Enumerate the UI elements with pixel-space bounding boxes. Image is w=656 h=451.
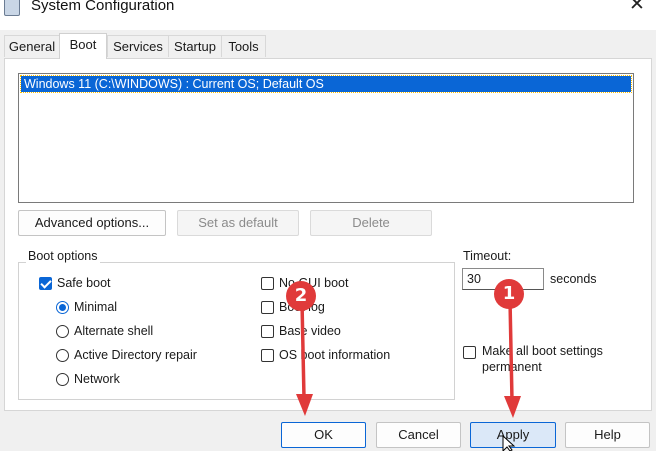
os-boot-information-checkbox[interactable] <box>261 349 274 362</box>
cancel-button[interactable]: Cancel <box>376 422 461 448</box>
make-permanent-label-line2: permanent <box>482 360 542 374</box>
annotation-marker-1: 1 <box>494 279 524 309</box>
os-list-item-selected[interactable]: Windows 11 (C:\WINDOWS) : Current OS; De… <box>20 75 632 93</box>
minimal-label: Minimal <box>74 300 118 314</box>
advanced-options-button[interactable]: Advanced options... <box>18 210 166 236</box>
timeout-unit-label: seconds <box>550 272 597 286</box>
safe-boot-label: Safe boot <box>57 276 111 290</box>
boot-log-checkbox[interactable] <box>261 301 274 314</box>
tab-boot[interactable]: Boot <box>59 33 107 59</box>
base-video-label: Base video <box>279 324 341 338</box>
window-title: System Configuration <box>31 0 175 14</box>
network-radio[interactable] <box>56 373 69 386</box>
alternate-shell-radio[interactable] <box>56 325 69 338</box>
safe-boot-checkbox[interactable] <box>39 277 52 290</box>
annotation-marker-2: 2 <box>286 281 316 311</box>
os-list[interactable]: Windows 11 (C:\WINDOWS) : Current OS; De… <box>18 73 634 203</box>
close-icon[interactable]: ✕ <box>627 0 647 15</box>
tab-general[interactable]: General <box>4 35 60 57</box>
timeout-label: Timeout: <box>463 249 512 263</box>
active-directory-repair-label: Active Directory repair <box>74 348 197 362</box>
system-configuration-app-icon <box>4 0 20 16</box>
alternate-shell-label: Alternate shell <box>74 324 154 338</box>
title-bar: System Configuration ✕ <box>0 0 656 30</box>
tab-tools[interactable]: Tools <box>221 35 266 57</box>
delete-button[interactable]: Delete <box>310 210 432 236</box>
base-video-checkbox[interactable] <box>261 325 274 338</box>
no-gui-boot-checkbox[interactable] <box>261 277 274 290</box>
tab-startup[interactable]: Startup <box>168 35 222 57</box>
set-as-default-button[interactable]: Set as default <box>177 210 299 236</box>
help-button[interactable]: Help <box>565 422 650 448</box>
ok-button[interactable]: OK <box>281 422 366 448</box>
apply-button[interactable]: Apply <box>470 422 556 448</box>
make-permanent-label-line1: Make all boot settings <box>482 344 603 358</box>
make-permanent-checkbox[interactable] <box>463 346 476 359</box>
active-directory-repair-radio[interactable] <box>56 349 69 362</box>
tab-services[interactable]: Services <box>107 35 169 57</box>
os-boot-information-label: OS boot information <box>279 348 391 362</box>
boot-options-title: Boot options <box>26 249 100 263</box>
network-label: Network <box>74 372 120 386</box>
minimal-radio[interactable] <box>56 301 69 314</box>
